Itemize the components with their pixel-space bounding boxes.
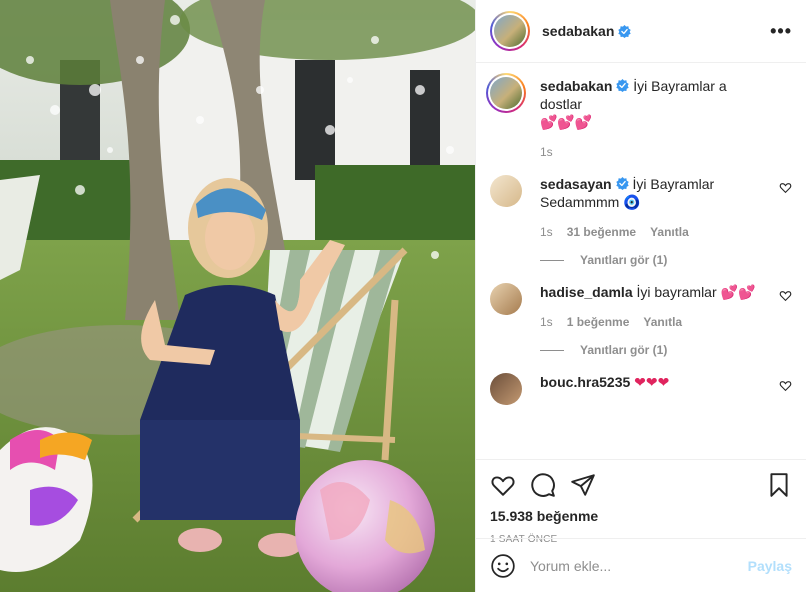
comment-icon[interactable]: [530, 472, 556, 498]
comment-username[interactable]: sedasayan: [540, 176, 612, 192]
verified-badge-icon: [616, 79, 630, 92]
post-header: sedabakan •••: [476, 0, 806, 63]
comment-time[interactable]: 1s: [540, 315, 553, 329]
comment-username[interactable]: hadise_damla: [540, 284, 633, 300]
add-comment-bar: Paylaş: [476, 538, 806, 592]
bookmark-icon[interactable]: [766, 472, 792, 498]
view-replies-button[interactable]: Yanıtları gör (1): [540, 253, 766, 267]
heart-icon[interactable]: [779, 379, 792, 392]
post-photo[interactable]: [0, 0, 475, 592]
caption-meta: 1s: [540, 145, 766, 159]
action-icons: [490, 470, 792, 500]
heart-icon[interactable]: [779, 181, 792, 194]
verified-badge-icon: [618, 24, 632, 38]
like-heart-icon[interactable]: [490, 472, 516, 498]
photo-illustration: [0, 0, 475, 592]
comment-avatar[interactable]: [490, 283, 522, 315]
comment-text: İyi bayramlar 💕💕: [636, 284, 756, 300]
comment-time[interactable]: 1s: [540, 225, 553, 239]
caption: sedabakan İyi Bayramlar a dostlar 💕💕💕 1s: [486, 73, 792, 159]
share-icon[interactable]: [570, 472, 596, 498]
comment-avatar[interactable]: [490, 373, 522, 405]
caption-time[interactable]: 1s: [540, 145, 553, 159]
comment-item: sedasayan İyi Bayramlar Sedammmm 🧿 1s 31…: [490, 175, 792, 267]
replies-divider: [540, 259, 564, 261]
comment-item: hadise_damla İyi bayramlar 💕💕 1s 1 beğen…: [490, 283, 792, 357]
comment-meta: 1s 31 beğenme Yanıtla: [540, 225, 766, 239]
caption-username[interactable]: sedabakan: [540, 78, 612, 94]
view-replies-label: Yanıtları gör (1): [580, 253, 668, 267]
comment-likes[interactable]: 1 beğenme: [567, 315, 630, 329]
replies-divider: [540, 349, 564, 351]
comment-likes[interactable]: 31 beğenme: [567, 225, 636, 239]
post-actions: 15.938 beğenme 1 SAAT ÖNCE Paylaş: [476, 459, 806, 592]
reply-button[interactable]: Yanıtla: [643, 315, 682, 329]
comment-avatar[interactable]: [490, 175, 522, 207]
more-options-icon[interactable]: •••: [770, 21, 792, 42]
post-author-username[interactable]: sedabakan: [542, 23, 614, 39]
comment-meta: 1s 1 beğenme Yanıtla: [540, 315, 766, 329]
comment-input[interactable]: [530, 557, 748, 574]
emoji-icon[interactable]: [490, 553, 516, 579]
comment-username[interactable]: bouc.hra5235: [540, 374, 630, 390]
comments-list: sedabakan İyi Bayramlar a dostlar 💕💕💕 1s…: [476, 63, 806, 459]
heart-icon[interactable]: [779, 289, 792, 302]
comment-item: bouc.hra5235 ❤❤❤: [490, 373, 792, 405]
likes-count[interactable]: 15.938 beğenme: [490, 508, 792, 524]
post-modal: sedabakan ••• sedabakan İyi Bayramlar a …: [0, 0, 806, 592]
comment-text: ❤❤❤: [634, 374, 670, 390]
caption-avatar[interactable]: [486, 73, 526, 113]
view-replies-button[interactable]: Yanıtları gör (1): [540, 343, 766, 357]
reply-button[interactable]: Yanıtla: [650, 225, 689, 239]
verified-badge-icon: [615, 177, 629, 190]
caption-emojis: 💕💕💕: [540, 114, 593, 130]
post-comment-button[interactable]: Paylaş: [748, 558, 792, 574]
post-side-panel: sedabakan ••• sedabakan İyi Bayramlar a …: [475, 0, 806, 592]
view-replies-label: Yanıtları gör (1): [580, 343, 668, 357]
avatar[interactable]: [490, 11, 530, 51]
